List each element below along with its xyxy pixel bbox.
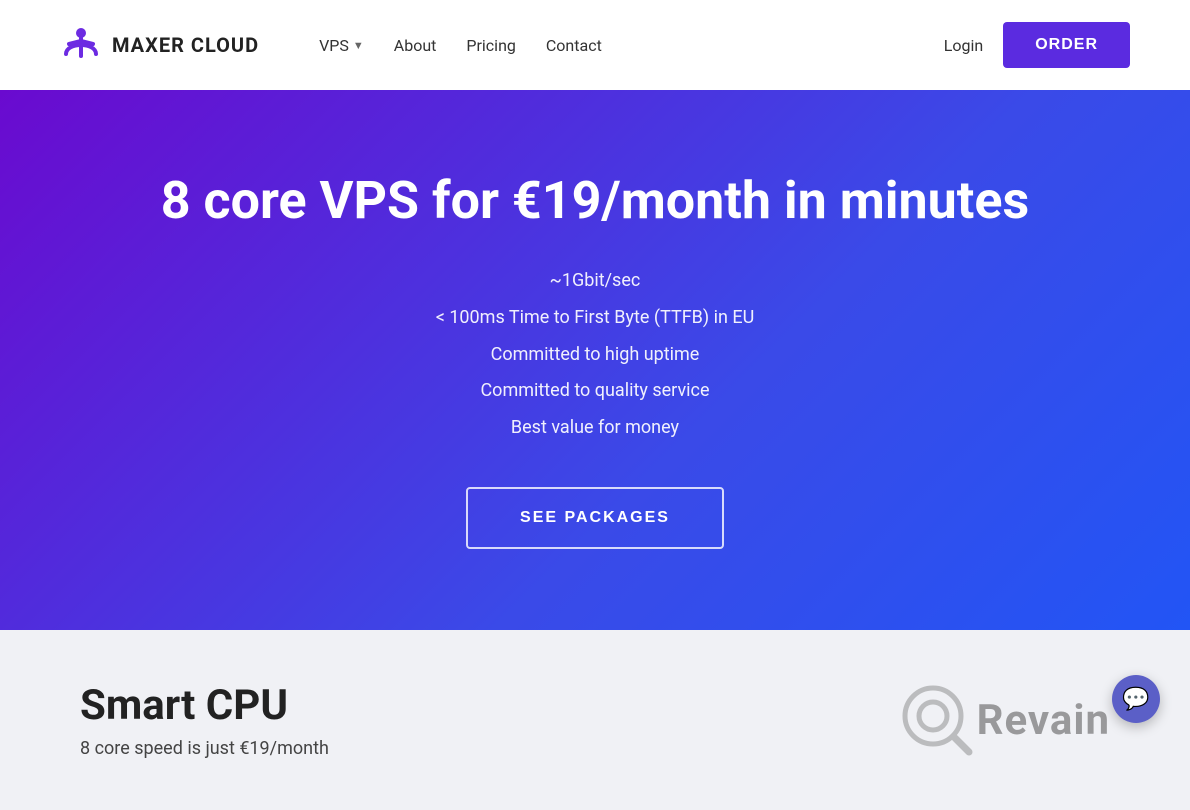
- hero-feature-2: Committed to high uptime: [491, 341, 700, 370]
- hero-feature-4: Best value for money: [511, 414, 679, 443]
- revain-text: Revain: [977, 696, 1110, 745]
- nav-vps[interactable]: VPS ▼: [319, 36, 364, 55]
- chat-bubble[interactable]: 💬: [1112, 675, 1160, 723]
- logo[interactable]: MAXER CLOUD: [60, 24, 259, 66]
- nav-contact[interactable]: Contact: [546, 36, 602, 55]
- hero-feature-3: Committed to quality service: [480, 377, 709, 406]
- navbar-right: Login ORDER: [944, 22, 1130, 68]
- logo-icon: [60, 24, 102, 66]
- nav-about[interactable]: About: [394, 36, 437, 55]
- smart-cpu-subtitle: 8 core speed is just €19/month: [80, 738, 329, 759]
- navbar: MAXER CLOUD VPS ▼ About Pricing Contact …: [0, 0, 1190, 90]
- see-packages-button[interactable]: SEE PACKAGES: [466, 487, 724, 549]
- nav-links: VPS ▼ About Pricing Contact: [319, 36, 602, 55]
- hero-section: 8 core VPS for €19/month in minutes ~1Gb…: [0, 90, 1190, 630]
- login-link[interactable]: Login: [944, 36, 983, 55]
- brand-name: MAXER CLOUD: [112, 33, 259, 57]
- hero-feature-1: < 100ms Time to First Byte (TTFB) in EU: [436, 304, 755, 333]
- hero-feature-0: ~1Gbit/sec: [550, 267, 641, 296]
- navbar-left: MAXER CLOUD VPS ▼ About Pricing Contact: [60, 24, 602, 66]
- order-button[interactable]: ORDER: [1003, 22, 1130, 68]
- revain-icon: [897, 680, 977, 760]
- bottom-left: Smart CPU 8 core speed is just €19/month: [80, 681, 329, 759]
- hero-features: ~1Gbit/sec < 100ms Time to First Byte (T…: [436, 267, 755, 443]
- revain-logo-area: Revain: [897, 680, 1110, 760]
- hero-title: 8 core VPS for €19/month in minutes: [161, 171, 1029, 231]
- smart-cpu-title: Smart CPU: [80, 681, 329, 730]
- nav-pricing[interactable]: Pricing: [466, 36, 516, 55]
- chat-icon: 💬: [1122, 687, 1149, 712]
- chevron-down-icon: ▼: [353, 39, 364, 52]
- bottom-section: Smart CPU 8 core speed is just €19/month…: [0, 630, 1190, 810]
